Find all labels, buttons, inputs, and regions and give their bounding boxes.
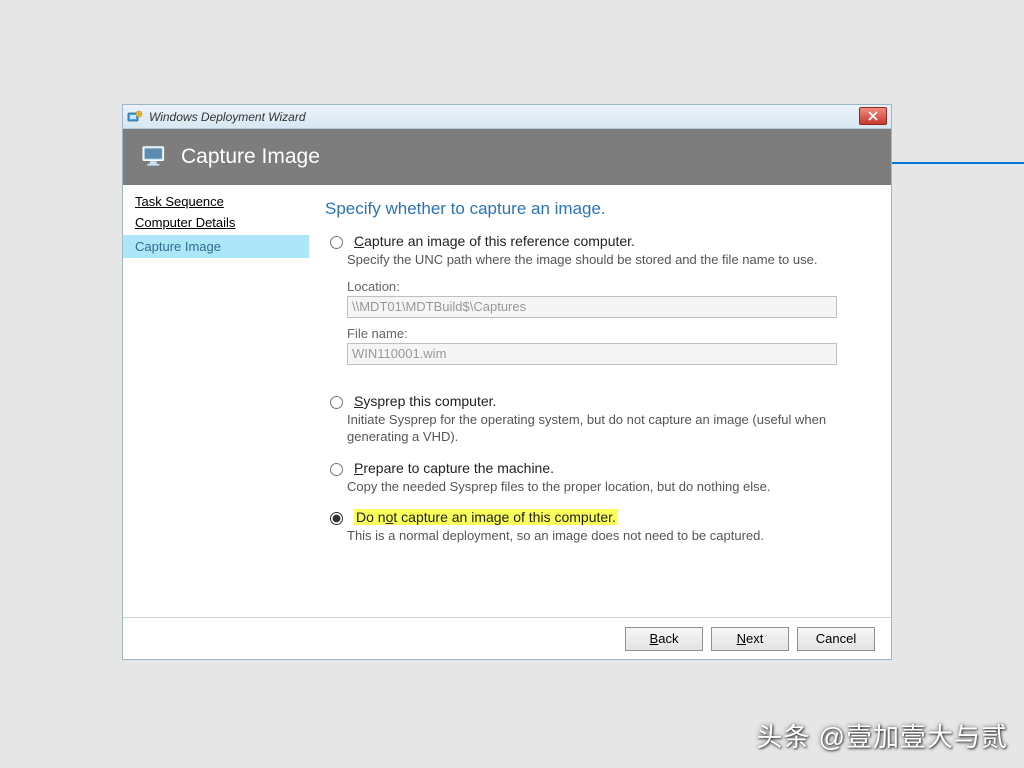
option-sysprep-label[interactable]: Sysprep this computer. bbox=[354, 393, 496, 409]
option-prepare-desc: Copy the needed Sysprep files to the pro… bbox=[347, 478, 869, 496]
radio-prepare[interactable] bbox=[330, 463, 343, 476]
back-button[interactable]: Back bbox=[625, 627, 703, 651]
option-donot: Do not capture an image of this computer… bbox=[325, 509, 869, 545]
body: Task Sequence Computer Details Capture I… bbox=[123, 185, 891, 617]
banner: Capture Image bbox=[123, 129, 891, 185]
sidebar-item-computer-details[interactable]: Computer Details bbox=[123, 212, 309, 233]
sidebar-item-capture-image[interactable]: Capture Image bbox=[123, 235, 309, 258]
content-area: Specify whether to capture an image. Cap… bbox=[309, 185, 891, 617]
sidebar: Task Sequence Computer Details Capture I… bbox=[123, 185, 309, 617]
option-sysprep: Sysprep this computer. Initiate Sysprep … bbox=[325, 393, 869, 446]
option-capture-desc: Specify the UNC path where the image sho… bbox=[347, 251, 869, 269]
close-button[interactable] bbox=[859, 107, 887, 125]
location-input bbox=[347, 296, 837, 318]
option-sysprep-desc: Initiate Sysprep for the operating syste… bbox=[347, 411, 869, 446]
filename-input bbox=[347, 343, 837, 365]
option-capture: Capture an image of this reference compu… bbox=[325, 233, 869, 365]
close-icon bbox=[868, 111, 878, 121]
content-heading: Specify whether to capture an image. bbox=[325, 199, 869, 219]
radio-sysprep[interactable] bbox=[330, 396, 343, 409]
option-donot-label[interactable]: Do not capture an image of this computer… bbox=[354, 509, 618, 525]
next-button[interactable]: Next bbox=[711, 627, 789, 651]
wizard-window: Windows Deployment Wizard Capture Image … bbox=[122, 104, 892, 660]
decorative-line bbox=[889, 162, 1024, 164]
radio-donot[interactable] bbox=[330, 512, 343, 525]
option-capture-label[interactable]: Capture an image of this reference compu… bbox=[354, 233, 635, 249]
radio-capture[interactable] bbox=[330, 236, 343, 249]
sidebar-item-task-sequence[interactable]: Task Sequence bbox=[123, 191, 309, 212]
watermark: 头条 @壹加壹大与贰 bbox=[756, 717, 1008, 754]
monitor-icon bbox=[141, 145, 169, 169]
window-title: Windows Deployment Wizard bbox=[149, 110, 306, 124]
option-prepare-label[interactable]: Prepare to capture the machine. bbox=[354, 460, 554, 476]
option-prepare: Prepare to capture the machine. Copy the… bbox=[325, 460, 869, 496]
footer: Back Next Cancel bbox=[123, 617, 891, 659]
location-label: Location: bbox=[347, 279, 869, 294]
filename-label: File name: bbox=[347, 326, 869, 341]
capture-fields: Location: File name: bbox=[347, 279, 869, 365]
option-donot-desc: This is a normal deployment, so an image… bbox=[347, 527, 869, 545]
cancel-button[interactable]: Cancel bbox=[797, 627, 875, 651]
titlebar: Windows Deployment Wizard bbox=[123, 105, 891, 129]
page-title: Capture Image bbox=[181, 145, 320, 169]
app-icon bbox=[127, 109, 143, 125]
